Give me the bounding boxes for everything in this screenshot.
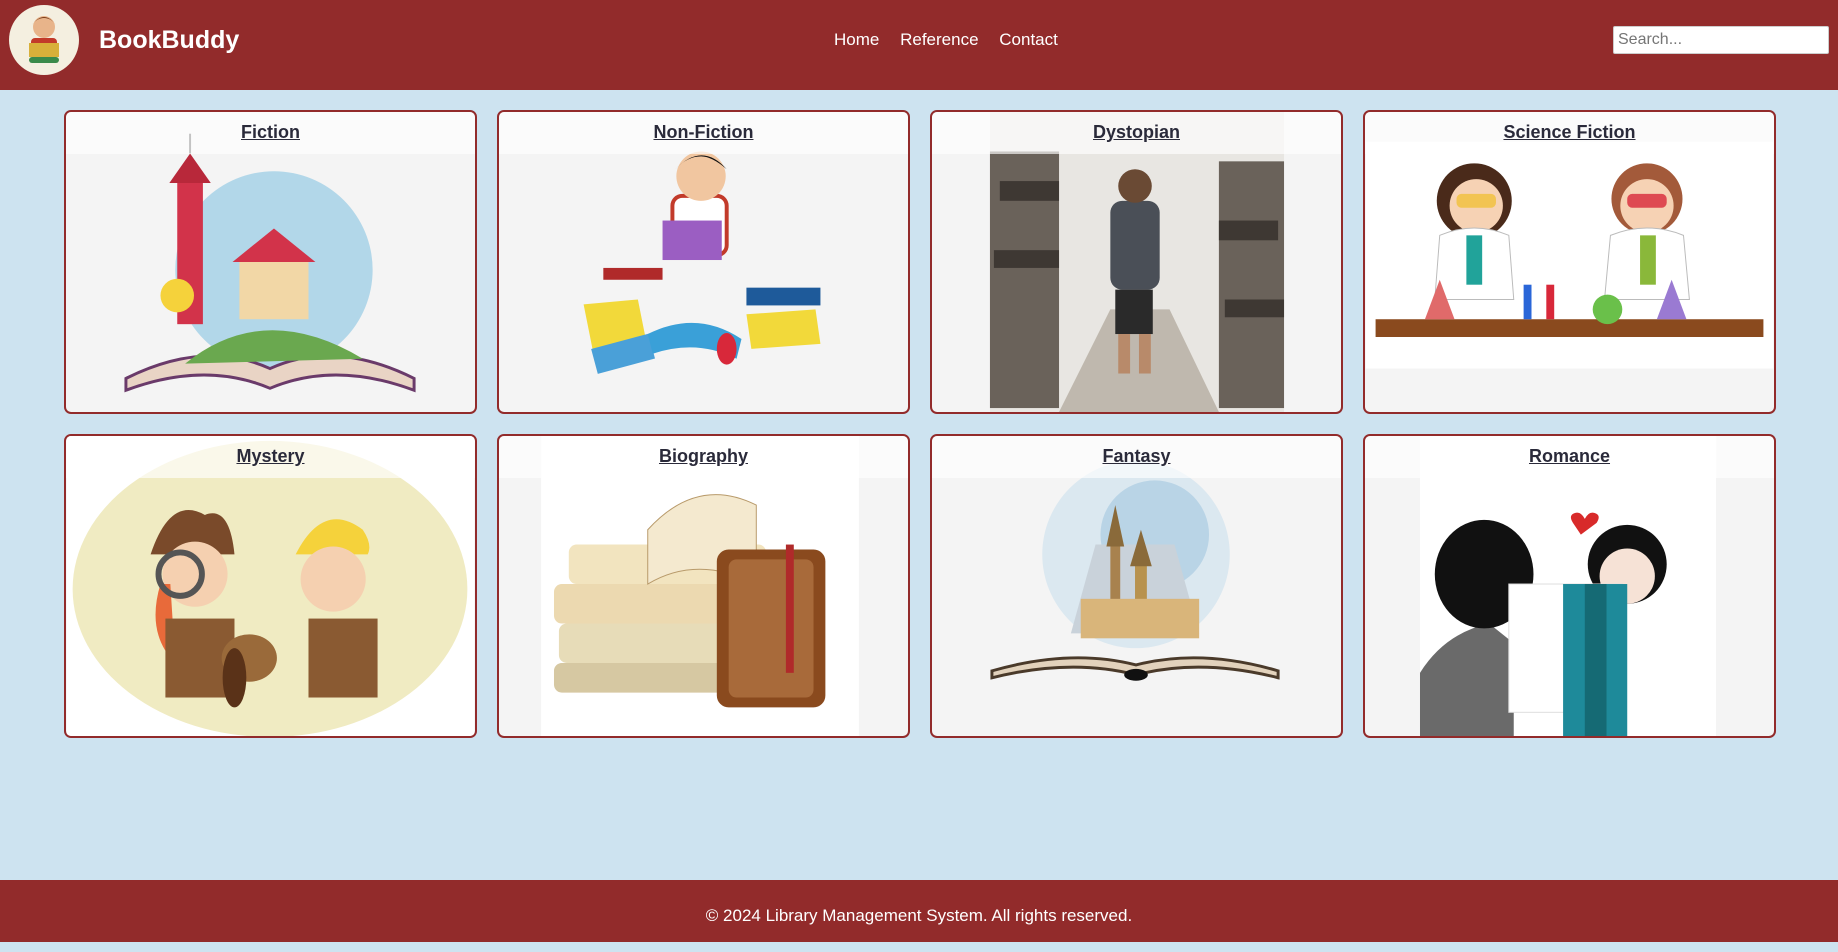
- card-title[interactable]: Mystery: [66, 446, 475, 467]
- category-card-science-fiction[interactable]: Science Fiction: [1363, 110, 1776, 414]
- category-card-dystopian[interactable]: Dystopian: [930, 110, 1343, 414]
- card-title[interactable]: Non-Fiction: [499, 122, 908, 143]
- reading-child-logo-icon: [29, 16, 59, 63]
- kids-lab-illustration: [1365, 141, 1774, 369]
- top-header: BookBuddy Home Reference Contact: [0, 0, 1838, 90]
- card-title[interactable]: Biography: [499, 446, 908, 467]
- category-card-fantasy[interactable]: Fantasy: [930, 434, 1343, 738]
- copyright-text: © 2024 Library Management System. All ri…: [705, 906, 1133, 925]
- detectives-illustration: [66, 436, 475, 736]
- category-card-non-fiction[interactable]: Non-Fiction: [497, 110, 910, 414]
- boy-ruins-illustration: [989, 112, 1285, 412]
- search-input[interactable]: [1613, 26, 1829, 54]
- main-nav: Home Reference Contact: [834, 30, 1074, 50]
- brand-name: BookBuddy: [99, 26, 240, 54]
- category-card-mystery[interactable]: Mystery: [64, 434, 477, 738]
- reading-boy-illustration: [583, 151, 821, 374]
- magic-book-castle-illustration: [990, 460, 1280, 681]
- open-book-castle-illustration: [124, 133, 416, 393]
- page-footer: © 2024 Library Management System. All ri…: [0, 880, 1838, 942]
- nav-reference[interactable]: Reference: [900, 30, 978, 49]
- couple-kiss-book-illustration: [1419, 436, 1717, 736]
- card-title[interactable]: Romance: [1365, 446, 1774, 467]
- category-card-romance[interactable]: Romance: [1363, 434, 1776, 738]
- category-card-fiction[interactable]: Fiction: [64, 110, 477, 414]
- category-card-biography[interactable]: Biography: [497, 434, 910, 738]
- category-grid: Fiction Non-Fiction Dystopian Science Fi…: [64, 110, 1778, 738]
- old-books-illustration: [541, 436, 859, 736]
- card-title[interactable]: Dystopian: [932, 122, 1341, 143]
- card-title[interactable]: Science Fiction: [1365, 122, 1774, 143]
- nav-home[interactable]: Home: [834, 30, 879, 49]
- card-title[interactable]: Fiction: [66, 122, 475, 143]
- brand-logo[interactable]: [9, 5, 79, 75]
- nav-contact[interactable]: Contact: [999, 30, 1058, 49]
- card-title[interactable]: Fantasy: [932, 446, 1341, 467]
